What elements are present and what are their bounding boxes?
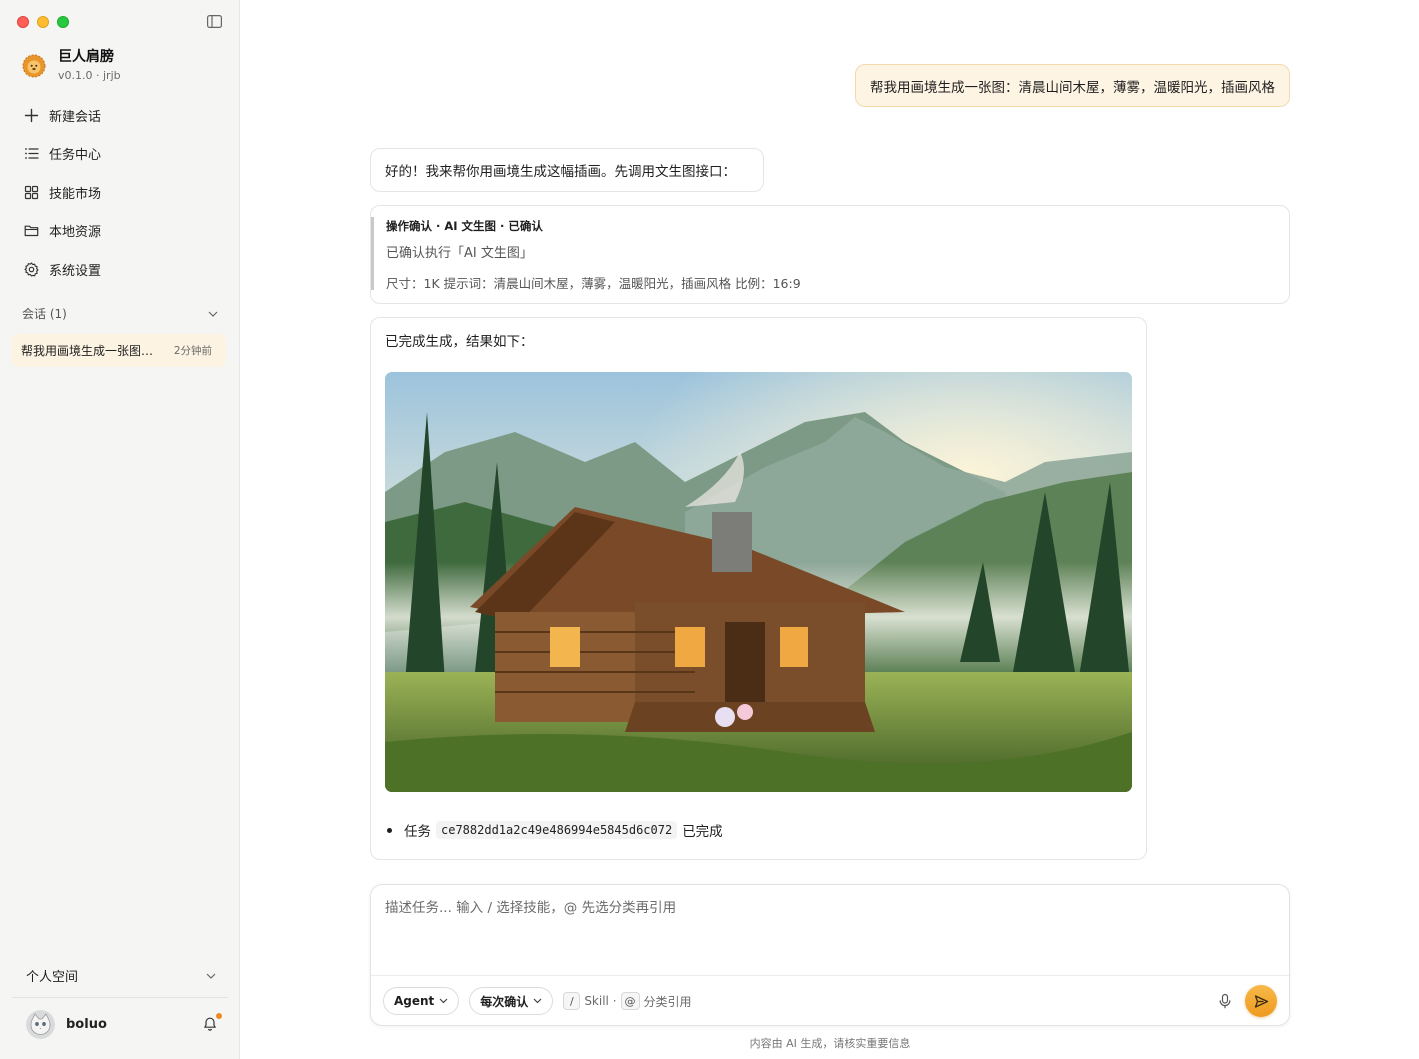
- nav-label: 系统设置: [49, 263, 102, 279]
- agent-mode-label: Agent: [394, 994, 435, 1008]
- ai-disclaimer: 内容由 AI 生成，请核实重要信息: [749, 1037, 911, 1050]
- conversation-title: 帮我用画境生成一张图…: [21, 344, 154, 358]
- conversations-header[interactable]: 会话 (1): [22, 305, 218, 322]
- notification-dot: [216, 1013, 222, 1019]
- nav-label: 新建会话: [49, 109, 102, 125]
- nav-skill-market[interactable]: 技能市场: [12, 173, 228, 212]
- user-message-text: 帮我用画境生成一张图：清晨山间木屋，薄雾，温暖阳光，插画风格: [870, 79, 1275, 96]
- chevron-down-icon: [439, 998, 448, 1004]
- cabin-illustration: [385, 372, 1132, 792]
- sidebar-toggle-icon[interactable]: [207, 15, 222, 28]
- list-icon: [25, 148, 39, 160]
- close-window-button[interactable]: [17, 16, 29, 28]
- at-key: @: [620, 992, 640, 1010]
- sidebar-nav: 新建会话 任务中心 技能市场 本地资源 系统设置: [12, 96, 228, 289]
- bell-icon: [204, 1017, 216, 1031]
- send-icon: [1254, 994, 1268, 1008]
- sidebar: 巨人肩膀 v0.1.0 · jrjb 新建会话 任务中心 技能市场 本地资源 系…: [0, 0, 240, 1059]
- conversation-item[interactable]: 帮我用画境生成一张图… 2分钟前: [12, 334, 226, 367]
- confirm-status: 已确认执行「AI 文生图」: [386, 246, 533, 261]
- conversations-title: 会话 (1): [22, 307, 67, 321]
- chevron-down-icon: [533, 998, 542, 1004]
- grid-icon: [24, 185, 39, 199]
- generated-image[interactable]: [385, 372, 1132, 792]
- message-composer: Agent 每次确认 / Skill · @ 分类引用: [370, 884, 1290, 1026]
- gear-icon: [24, 262, 39, 277]
- user-profile[interactable]: boluo: [26, 1009, 222, 1039]
- nav-new-chat[interactable]: 新建会话: [12, 96, 228, 135]
- confirm-params: 尺寸：1K 提示词：清晨山间木屋，薄雾，温暖阳光，插画风格 比例：16:9: [386, 276, 801, 291]
- nav-settings[interactable]: 系统设置: [12, 250, 228, 289]
- nav-label: 本地资源: [49, 225, 102, 241]
- avatar[interactable]: [26, 1009, 55, 1039]
- maximize-window-button[interactable]: [57, 16, 69, 28]
- plus-icon: [24, 108, 39, 122]
- slash-key: /: [563, 992, 581, 1010]
- workspace-selector[interactable]: 个人空间: [26, 966, 216, 985]
- chevron-down-icon: [208, 311, 218, 317]
- task-id: ce7882dd1a2c49e486994e5845d6c072: [436, 821, 678, 839]
- lion-logo-icon: [22, 54, 46, 77]
- workspace-label: 个人空间: [26, 970, 79, 985]
- window-controls: [17, 16, 69, 28]
- nav-label: 技能市场: [49, 186, 102, 202]
- microphone-icon[interactable]: [1217, 993, 1233, 1009]
- confirm-mode-label: 每次确认: [480, 994, 529, 1009]
- chat-main: 帮我用画境生成一张图：清晨山间木屋，薄雾，温暖阳光，插画风格 好的！我来帮你用画…: [240, 0, 1419, 1059]
- assistant-message-text: 好的！我来帮你用画境生成这幅插画。先调用文生图接口：: [385, 164, 736, 180]
- app-window: 巨人肩膀 v0.1.0 · jrjb 新建会话 任务中心 技能市场 本地资源 系…: [0, 0, 1419, 1059]
- composer-toolbar: Agent 每次确认 / Skill · @ 分类引用: [383, 985, 1277, 1017]
- result-message-card: 已完成生成，结果如下： 任务 ce7882dd1a2c49e486994e584…: [370, 317, 1147, 860]
- task-suffix: 已完成: [682, 824, 723, 840]
- nav-task-center[interactable]: 任务中心: [12, 135, 228, 174]
- operation-confirm-card: 操作确认 · AI 文生图 · 已确认 已确认执行「AI 文生图」 尺寸：1K …: [370, 205, 1290, 304]
- agent-mode-dropdown[interactable]: Agent: [383, 987, 460, 1015]
- brand-text: 巨人肩膀 v0.1.0 · jrjb: [58, 48, 121, 83]
- message-input[interactable]: [385, 900, 1265, 916]
- send-button[interactable]: [1245, 985, 1277, 1017]
- divider: [12, 997, 228, 998]
- minimize-window-button[interactable]: [37, 16, 49, 28]
- nav-label: 任务中心: [49, 148, 102, 164]
- app-version: v0.1.0 · jrjb: [58, 69, 121, 82]
- notification-button[interactable]: [202, 1013, 222, 1032]
- brand: 巨人肩膀 v0.1.0 · jrjb: [22, 48, 121, 83]
- composer-hints: / Skill · @ 分类引用: [563, 992, 692, 1010]
- user-message-bubble: 帮我用画境生成一张图：清晨山间木屋，薄雾，温暖阳光，插画风格: [855, 64, 1290, 107]
- result-text: 已完成生成，结果如下：: [385, 334, 534, 350]
- task-prefix: 任务: [404, 824, 431, 840]
- list-bullet: [387, 827, 392, 833]
- folder-icon: [24, 225, 39, 237]
- conversation-time: 2分钟前: [173, 345, 212, 357]
- skill-hint: Skill ·: [584, 994, 617, 1008]
- chevron-down-icon: [206, 973, 216, 979]
- confirm-title: 操作确认 · AI 文生图 · 已确认: [386, 219, 543, 233]
- assistant-message-bubble: 好的！我来帮你用画境生成这幅插画。先调用文生图接口：: [370, 148, 764, 192]
- reference-hint: 分类引用: [643, 994, 692, 1009]
- confirm-content: 操作确认 · AI 文生图 · 已确认 已确认执行「AI 文生图」 尺寸：1K …: [371, 217, 801, 291]
- composer-divider: [371, 975, 1289, 976]
- confirm-mode-dropdown[interactable]: 每次确认: [469, 987, 554, 1015]
- task-status-line: 任务 ce7882dd1a2c49e486994e5845d6c072 已完成: [387, 820, 723, 840]
- composer-actions: [1217, 985, 1277, 1017]
- nav-local-resources[interactable]: 本地资源: [12, 212, 228, 251]
- app-name: 巨人肩膀: [58, 49, 114, 65]
- user-name: boluo: [66, 1016, 107, 1032]
